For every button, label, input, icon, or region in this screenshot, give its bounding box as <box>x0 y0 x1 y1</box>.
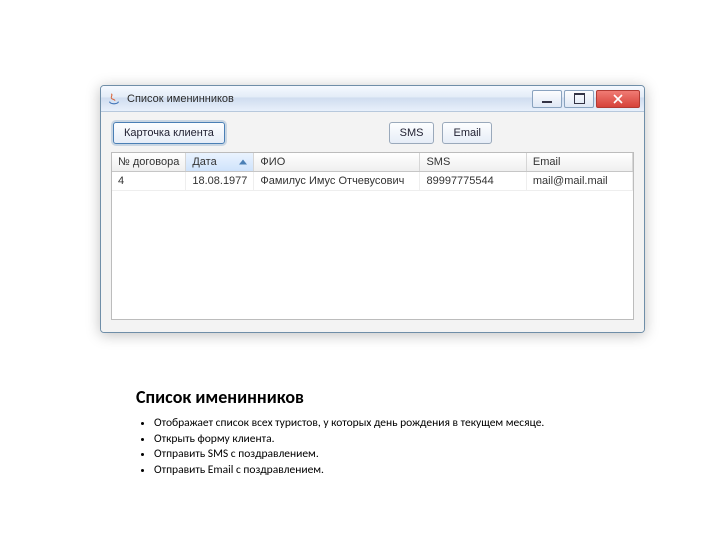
cell-date: 18.08.1977 <box>186 172 254 191</box>
app-window: Список именинников Карточка клиента SMS … <box>100 85 645 333</box>
col-header-fio[interactable]: ФИО <box>254 153 420 172</box>
client-area: Карточка клиента SMS Email № договора Да… <box>101 112 644 332</box>
cell-email: mail@mail.mail <box>526 172 632 191</box>
list-item: Отправить Email с поздравлением. <box>154 463 616 479</box>
client-card-button[interactable]: Карточка клиента <box>113 122 225 144</box>
slide-bullets: Отображает список всех туристов, у котор… <box>136 416 616 478</box>
col-header-email[interactable]: Email <box>526 153 632 172</box>
slide-description: Список именинников Отображает список все… <box>136 386 616 478</box>
email-button[interactable]: Email <box>442 122 492 144</box>
sort-asc-icon <box>239 160 247 165</box>
window-title: Список именинников <box>127 93 524 105</box>
list-item: Открыть форму клиента. <box>154 432 616 448</box>
toolbar: Карточка клиента SMS Email <box>107 118 638 152</box>
cell-sms: 89997775544 <box>420 172 526 191</box>
col-header-date[interactable]: Дата <box>186 153 254 172</box>
titlebar[interactable]: Список именинников <box>101 86 644 112</box>
table-row[interactable]: 4 18.08.1977 Фамилус Имус Отчевусович 89… <box>112 172 633 191</box>
list-item: Отображает список всех туристов, у котор… <box>154 416 616 432</box>
window-buttons <box>530 90 640 108</box>
col-header-sms[interactable]: SMS <box>420 153 526 172</box>
col-header-date-label: Дата <box>192 156 216 168</box>
cell-contract: 4 <box>112 172 186 191</box>
col-header-contract[interactable]: № договора <box>112 153 186 172</box>
slide-title: Список именинников <box>136 386 616 408</box>
table-header-row: № договора Дата ФИО SMS Email <box>112 153 633 172</box>
minimize-button[interactable] <box>532 90 562 108</box>
list-item: Отправить SMS с поздравлением. <box>154 447 616 463</box>
java-icon <box>107 92 121 106</box>
birthdays-table: № договора Дата ФИО SMS Email 4 <box>111 152 634 320</box>
sms-button[interactable]: SMS <box>389 122 435 144</box>
cell-fio: Фамилус Имус Отчевусович <box>254 172 420 191</box>
maximize-button[interactable] <box>564 90 594 108</box>
close-button[interactable] <box>596 90 640 108</box>
